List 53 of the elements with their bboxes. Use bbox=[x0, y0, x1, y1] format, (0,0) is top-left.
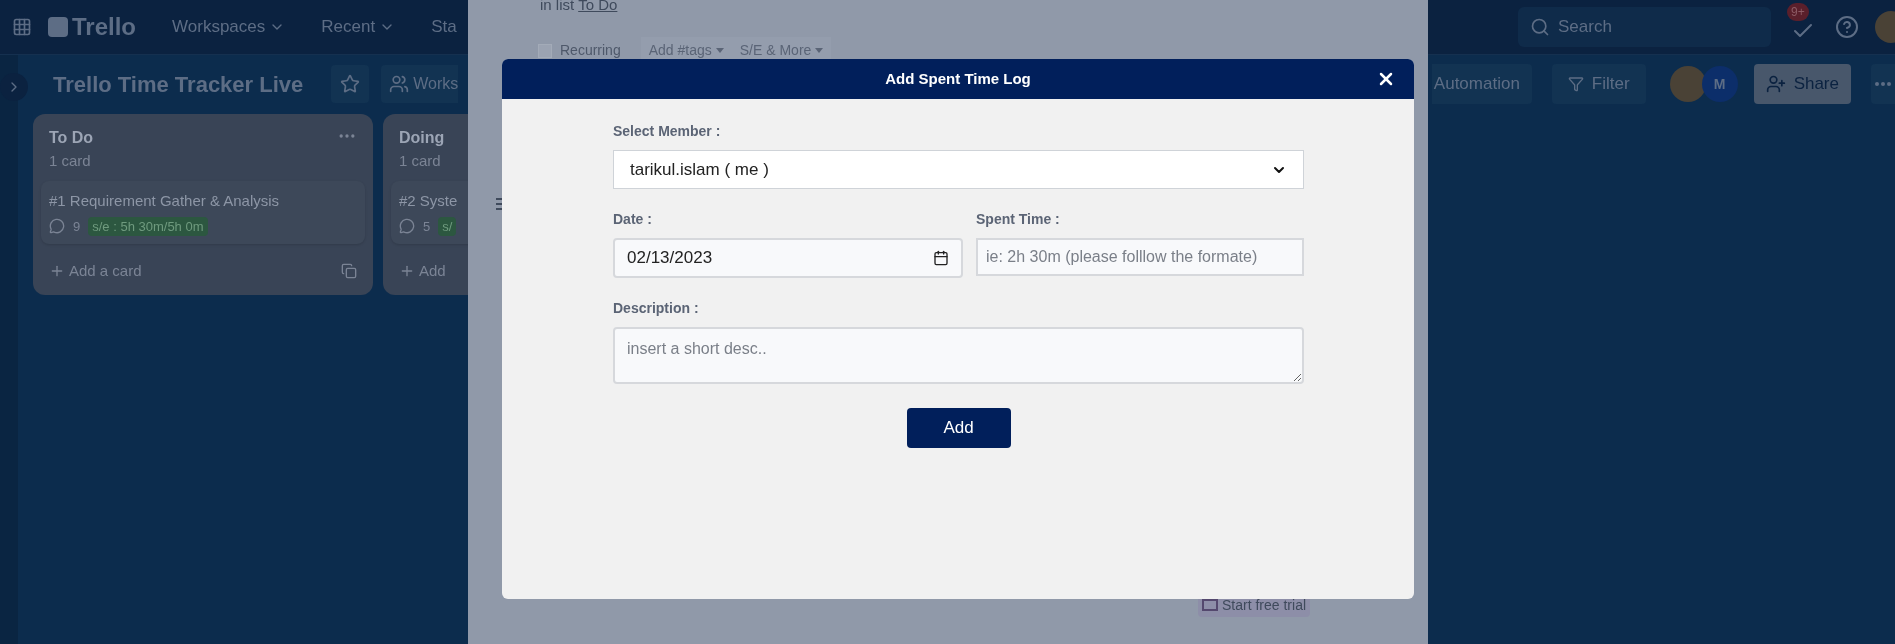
filter-button[interactable]: Filter bbox=[1551, 64, 1646, 104]
card-count: 1 card bbox=[49, 151, 92, 171]
people-icon bbox=[389, 74, 410, 94]
more-icon bbox=[1875, 82, 1891, 86]
field-label: Description : bbox=[613, 299, 700, 318]
add-button[interactable]: Add bbox=[906, 408, 1011, 448]
card-count: 1 card bbox=[399, 151, 442, 171]
field-label: Spent Time : bbox=[976, 210, 1061, 229]
search-icon bbox=[1530, 17, 1550, 37]
automation-button[interactable]: Automation bbox=[1431, 64, 1532, 104]
nav-menu[interactable]: Recent bbox=[321, 14, 396, 40]
list-title: To Do bbox=[49, 128, 94, 148]
add-card-button[interactable]: Add a card bbox=[49, 260, 142, 283]
add-card-button[interactable]: Add bbox=[399, 260, 446, 283]
card-title: #2 Syste bbox=[399, 190, 458, 211]
comment-count: 9 bbox=[73, 217, 81, 236]
time-badge: s/e : 5h 30m/5h 0m bbox=[88, 216, 208, 236]
more-button[interactable] bbox=[1871, 64, 1895, 104]
member-avatar[interactable]: M bbox=[1701, 66, 1738, 102]
time-badge: s/ bbox=[438, 216, 457, 236]
board-title[interactable]: Trello Time Tracker Live bbox=[53, 67, 304, 101]
workspace-button[interactable]: Works bbox=[381, 65, 459, 103]
trello-logo[interactable]: Trello bbox=[48, 9, 137, 45]
field-label: Date : bbox=[613, 210, 653, 229]
comment-icon bbox=[399, 218, 415, 235]
nav-menu[interactable]: Workspaces bbox=[172, 14, 286, 40]
comment-count: 5 bbox=[423, 217, 431, 236]
search-field[interactable]: Search bbox=[1518, 7, 1771, 47]
field-label: Select Member : bbox=[613, 122, 722, 141]
modal-title: Add Spent Time Log bbox=[885, 68, 1031, 89]
add-person-icon bbox=[1765, 74, 1786, 94]
list-title: Doing bbox=[399, 128, 445, 148]
card[interactable]: #1 Requirement Gather & Analysis 9 s/e : 5h 30m/5h 0m bbox=[41, 180, 365, 244]
filter-icon bbox=[1567, 76, 1584, 92]
member-avatar[interactable] bbox=[1669, 66, 1706, 102]
nav-menu[interactable]: Sta bbox=[431, 14, 457, 40]
share-button[interactable]: Share bbox=[1753, 64, 1851, 104]
list-prefix: in list bbox=[540, 0, 575, 15]
spent-time-field[interactable]: ie: 2h 30m (please folllow the formate) bbox=[976, 238, 1304, 276]
apps-icon[interactable] bbox=[12, 17, 32, 37]
comment-icon bbox=[49, 218, 65, 235]
star-icon bbox=[340, 74, 361, 94]
calendar-icon[interactable] bbox=[933, 250, 949, 266]
help-icon[interactable] bbox=[1835, 15, 1859, 39]
description-field[interactable]: insert a short desc.. bbox=[613, 327, 1304, 384]
recurring-checkbox[interactable]: Recurring bbox=[538, 40, 621, 61]
star-button[interactable] bbox=[331, 65, 370, 103]
date-field[interactable]: 02/13/2023 bbox=[613, 238, 963, 278]
list-link[interactable]: To Do bbox=[578, 0, 618, 17]
notification-badge: 9+ bbox=[1787, 3, 1809, 21]
card-title: #1 Requirement Gather & Analysis bbox=[49, 190, 280, 211]
template-icon[interactable] bbox=[341, 263, 357, 280]
member-select[interactable]: tarikul.islam ( me ) bbox=[613, 150, 1304, 189]
